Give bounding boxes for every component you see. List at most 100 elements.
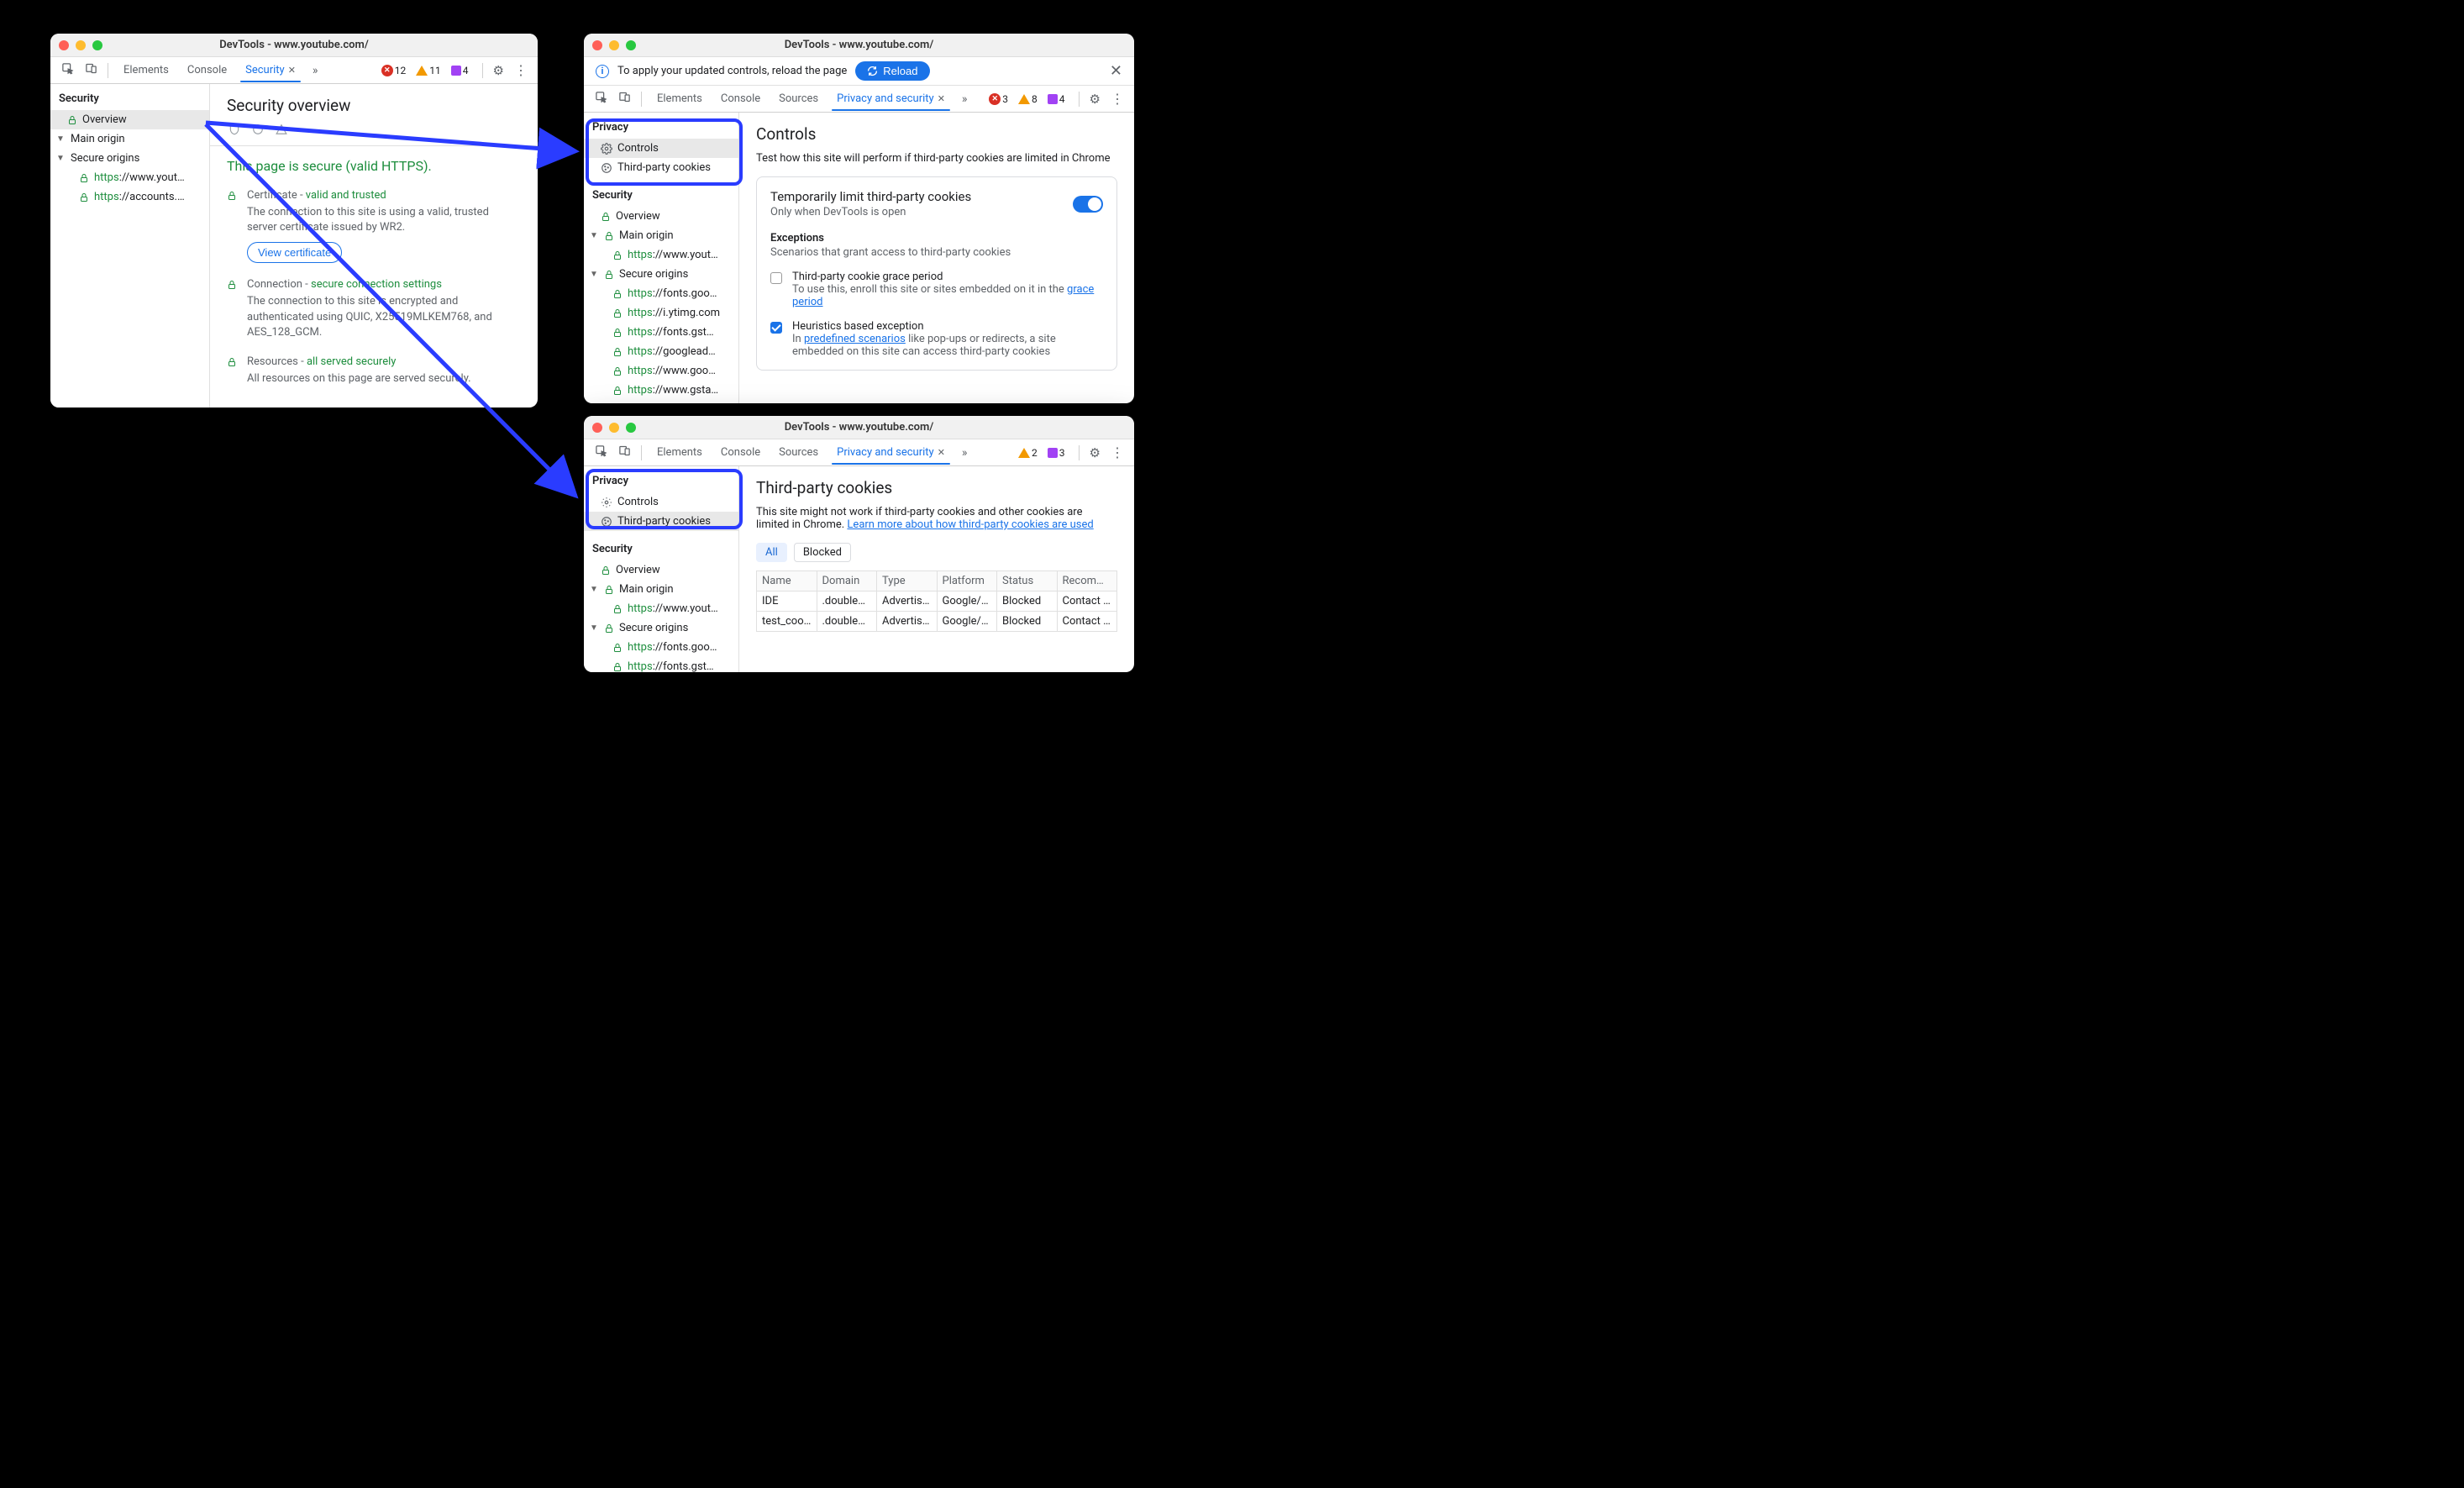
table-header[interactable]: Type	[877, 571, 938, 592]
table-header[interactable]: Status	[997, 571, 1058, 592]
caret-icon[interactable]: ▼	[589, 585, 599, 594]
gear-icon[interactable]: ⚙	[493, 63, 504, 78]
device-toggle-icon[interactable]	[614, 444, 634, 460]
caret-icon[interactable]: ▼	[589, 623, 599, 633]
table-header[interactable]: Domain	[817, 571, 877, 592]
tab-console[interactable]: Console	[712, 441, 769, 464]
tab-console[interactable]: Console	[712, 87, 769, 110]
tab-elements[interactable]: Elements	[115, 59, 177, 81]
tab-elements[interactable]: Elements	[649, 441, 711, 464]
sidebar-origin[interactable]: https://fonts.gst…	[584, 323, 738, 342]
sidebar-origin[interactable]: https://accounts.…	[50, 187, 209, 207]
reload-button[interactable]: Reload	[855, 61, 929, 81]
tab-sources[interactable]: Sources	[770, 87, 827, 110]
tab-security[interactable]: Security✕	[237, 59, 304, 81]
sidebar-origin[interactable]: https://i.ytimg.com	[584, 303, 738, 323]
filter-chip-all[interactable]: All	[756, 543, 787, 562]
close-window-button[interactable]	[592, 40, 602, 50]
more-tabs-icon[interactable]: »	[957, 446, 973, 460]
sidebar-origin[interactable]: https://fonts.goo…	[584, 284, 738, 303]
table-header[interactable]: Recomm…	[1057, 571, 1117, 592]
sidebar-origin[interactable]: https://www.yout…	[584, 245, 738, 265]
caret-icon[interactable]: ▼	[589, 231, 599, 240]
limit-cookies-toggle[interactable]	[1073, 196, 1103, 213]
sidebar-item-secure-origins[interactable]: ▼ Secure origins	[584, 265, 738, 284]
caret-icon[interactable]: ▼	[55, 154, 66, 163]
sidebar-origin[interactable]: https://fonts.gst…	[584, 657, 738, 672]
sidebar-origin[interactable]: https://fonts.goo…	[584, 638, 738, 657]
sidebar-origin[interactable]: https://www.yout…	[584, 599, 738, 618]
sidebar-item-controls[interactable]: Controls	[584, 139, 738, 158]
kebab-icon[interactable]: ⋮	[1111, 91, 1124, 107]
learn-more-link[interactable]: Learn more about how third-party cookies…	[847, 518, 1093, 531]
caret-icon[interactable]: ▼	[589, 270, 599, 279]
inspect-icon[interactable]	[57, 62, 77, 78]
table-row[interactable]: test_cookie.double…Advertisi…Google/D…Bl…	[757, 612, 1117, 632]
sidebar-origin[interactable]: https://www.goo…	[584, 361, 738, 381]
minimize-window-button[interactable]	[609, 423, 619, 433]
sidebar-origin[interactable]: https://googlead…	[584, 342, 738, 361]
issues-counter[interactable]: 4	[1048, 93, 1065, 105]
sidebar-item-third-party-cookies[interactable]: Third-party cookies	[584, 158, 738, 177]
issues-counter[interactable]: 4	[451, 65, 469, 76]
close-icon[interactable]: ✕	[288, 65, 296, 76]
grace-period-checkbox[interactable]	[770, 272, 782, 284]
minimize-window-button[interactable]	[609, 40, 619, 50]
close-window-button[interactable]	[59, 40, 69, 50]
sidebar-item-secure-origins[interactable]: ▼ Secure origins	[50, 149, 209, 168]
warning-counter[interactable]: 2	[1018, 447, 1038, 459]
error-counter[interactable]: ✕3	[989, 93, 1008, 105]
cookies-table[interactable]: NameDomainTypePlatformStatusRecomm… IDE.…	[756, 570, 1117, 632]
warning-counter[interactable]: 11	[416, 65, 441, 76]
gear-icon[interactable]: ⚙	[1090, 445, 1101, 460]
kebab-icon[interactable]: ⋮	[1111, 444, 1124, 460]
titlebar[interactable]: DevTools - www.youtube.com/	[50, 34, 538, 57]
sidebar-origin[interactable]: https://www.yout…	[50, 168, 209, 187]
inspect-icon[interactable]	[591, 91, 611, 107]
heuristics-checkbox[interactable]	[770, 322, 782, 334]
sidebar-item-secure-origins[interactable]: ▼ Secure origins	[584, 618, 738, 638]
titlebar[interactable]: DevTools - www.youtube.com/	[584, 34, 1134, 57]
gear-icon[interactable]: ⚙	[1090, 92, 1101, 107]
issues-counter[interactable]: 3	[1048, 447, 1065, 459]
device-toggle-icon[interactable]	[81, 62, 101, 78]
sidebar-origin[interactable]: https://www.gsta…	[584, 381, 738, 400]
close-window-button[interactable]	[592, 423, 602, 433]
inspect-icon[interactable]	[591, 444, 611, 460]
tab-console[interactable]: Console	[179, 59, 235, 81]
more-tabs-icon[interactable]: »	[307, 64, 323, 77]
tab-elements[interactable]: Elements	[649, 87, 711, 110]
close-icon[interactable]: ✕	[1110, 62, 1122, 80]
close-icon[interactable]: ✕	[938, 447, 945, 458]
more-tabs-icon[interactable]: »	[957, 92, 973, 106]
device-toggle-icon[interactable]	[614, 91, 634, 107]
table-header[interactable]: Name	[757, 571, 817, 592]
sidebar-item-overview[interactable]: Overview	[584, 560, 738, 580]
sidebar-item-controls[interactable]: Controls	[584, 492, 738, 512]
kebab-icon[interactable]: ⋮	[514, 62, 528, 78]
sidebar-item-overview[interactable]: Overview	[50, 110, 209, 129]
sidebar-item-third-party-cookies[interactable]: Third-party cookies	[584, 512, 738, 531]
titlebar[interactable]: DevTools - www.youtube.com/	[584, 416, 1134, 439]
table-row[interactable]: IDE.double…Advertisi…Google/D…BlockedCon…	[757, 592, 1117, 612]
certificate-description: The connection to this site is using a v…	[247, 205, 521, 235]
filter-chip-blocked[interactable]: Blocked	[794, 543, 851, 562]
predefined-scenarios-link[interactable]: predefined scenarios	[804, 333, 906, 345]
zoom-window-button[interactable]	[92, 40, 102, 50]
caret-icon[interactable]: ▼	[55, 134, 66, 144]
minimize-window-button[interactable]	[76, 40, 86, 50]
sidebar-item-main-origin[interactable]: ▼ Main origin	[50, 129, 209, 149]
tab-sources[interactable]: Sources	[770, 441, 827, 464]
sidebar-item-overview[interactable]: Overview	[584, 207, 738, 226]
tab-privacy-security[interactable]: Privacy and security✕	[828, 441, 954, 464]
tab-privacy-security[interactable]: Privacy and security✕	[828, 87, 954, 110]
close-icon[interactable]: ✕	[938, 93, 945, 104]
sidebar-item-main-origin[interactable]: ▼ Main origin	[584, 226, 738, 245]
zoom-window-button[interactable]	[626, 40, 636, 50]
error-counter[interactable]: ✕12	[381, 65, 407, 76]
zoom-window-button[interactable]	[626, 423, 636, 433]
sidebar-item-main-origin[interactable]: ▼ Main origin	[584, 580, 738, 599]
warning-counter[interactable]: 8	[1018, 93, 1038, 105]
table-header[interactable]: Platform	[937, 571, 997, 592]
view-certificate-button[interactable]: View certificate	[247, 242, 342, 263]
